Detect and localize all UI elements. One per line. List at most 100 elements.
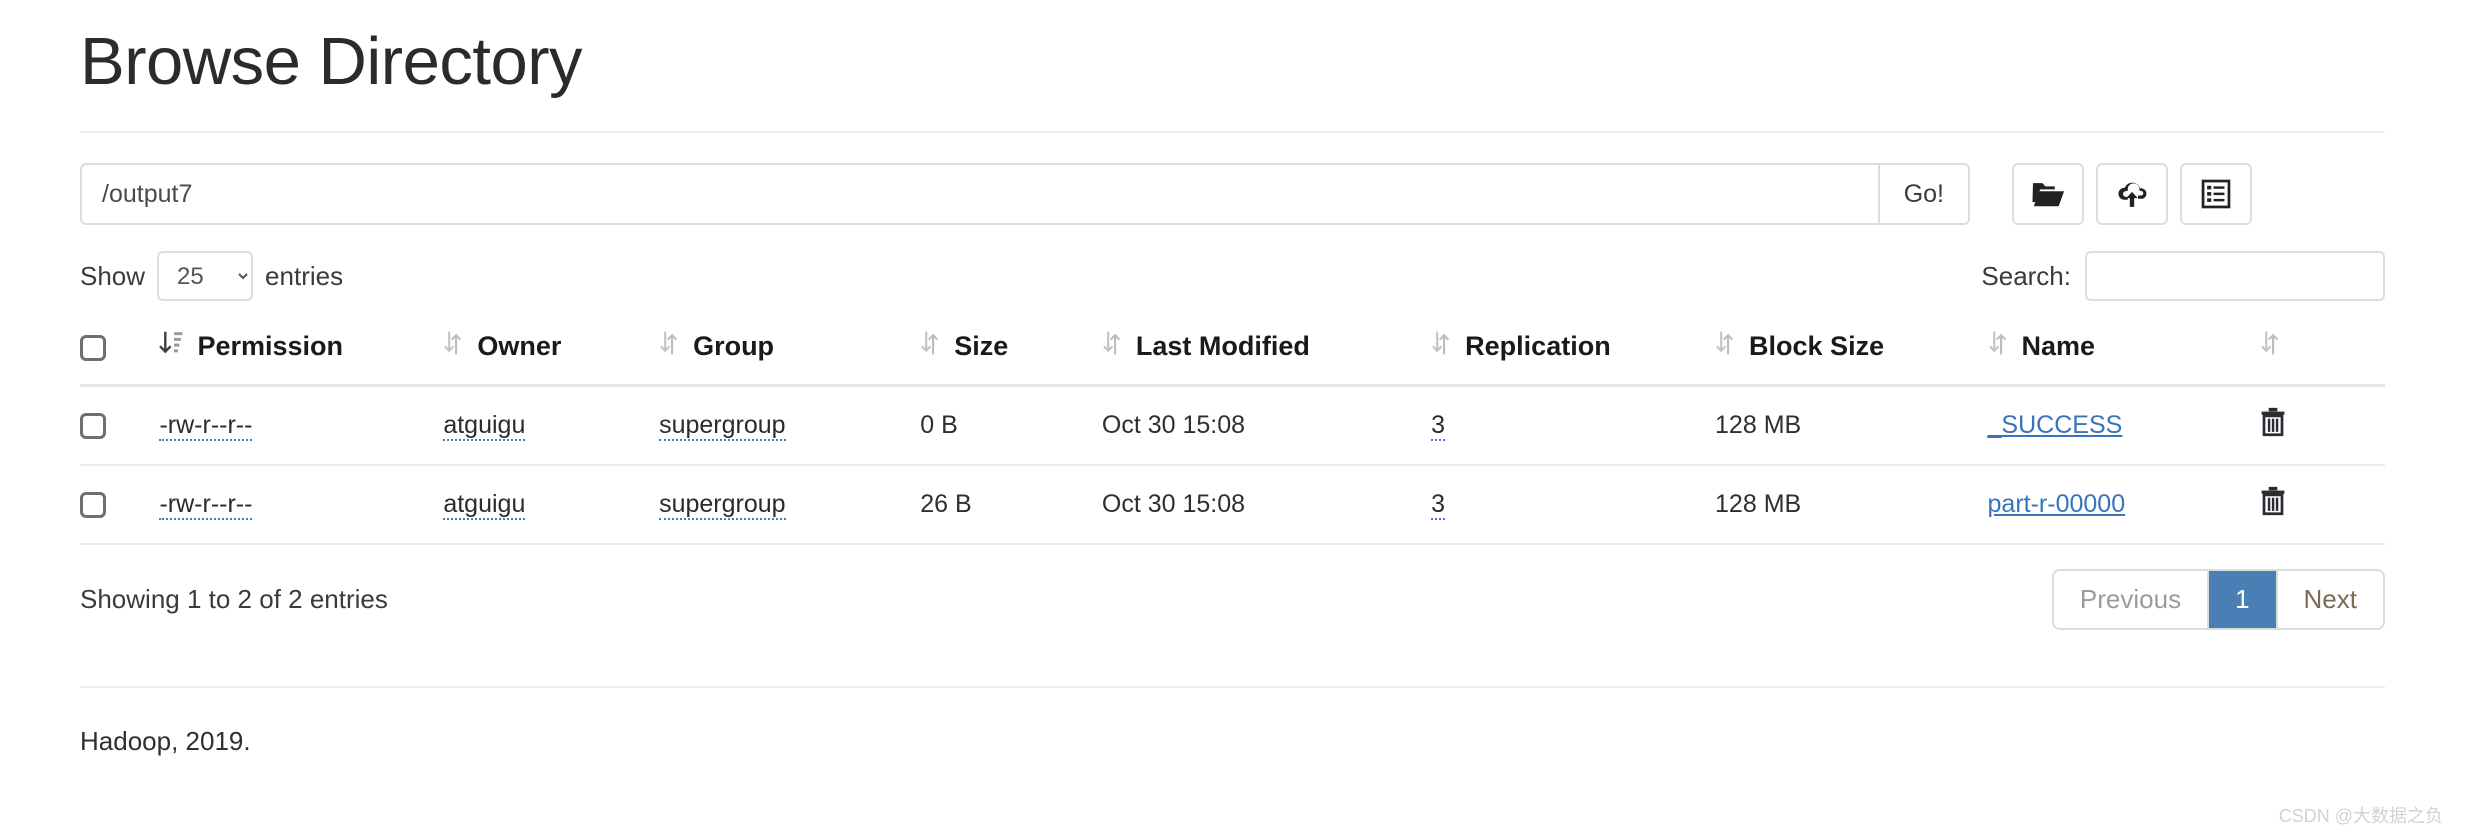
column-header-name[interactable]: Name (1987, 315, 2261, 387)
column-header-owner[interactable]: Owner (443, 315, 660, 387)
sort-both-icon (1102, 329, 1122, 364)
table-header-row: Permission Owner Group Size Last Modifie… (80, 315, 2385, 387)
cell-last-modified: Oct 30 15:08 (1101, 465, 1432, 545)
sort-both-icon (1431, 329, 1451, 364)
column-header-delete[interactable] (2260, 315, 2385, 387)
sort-both-icon (659, 329, 679, 364)
select-all-checkbox[interactable] (80, 334, 106, 361)
cell-delete (2260, 465, 2385, 545)
cell-permission: -rw-r--r-- (159, 385, 444, 466)
table-info: Showing 1 to 2 of 2 entries (80, 584, 388, 614)
cell-size: 26 B (920, 465, 1102, 545)
page-title: Browse Directory (80, 24, 583, 99)
browse-directory-page: Browse Directory Go! (0, 0, 2465, 840)
pagination-next[interactable]: Next (2277, 571, 2383, 628)
replication-link[interactable]: 3 (1431, 411, 1446, 441)
pagination: Previous 1 Next (2051, 569, 2385, 630)
column-header-permission-label: Permission (197, 331, 344, 361)
path-input-group: Go! (80, 163, 1970, 225)
column-header-block-size[interactable]: Block Size (1715, 315, 1988, 387)
snapshot-button[interactable] (2180, 163, 2252, 225)
path-input[interactable] (80, 163, 1878, 225)
pagination-previous[interactable]: Previous (2053, 571, 2210, 628)
row-checkbox[interactable] (80, 413, 106, 440)
cell-block-size: 128 MB (1715, 385, 1988, 466)
column-header-size[interactable]: Size (920, 315, 1102, 387)
trash-icon (2260, 486, 2286, 519)
page-length-select[interactable]: 25 (157, 251, 254, 301)
cell-block-size: 128 MB (1715, 465, 1988, 545)
sort-both-icon (920, 329, 940, 364)
file-name-link[interactable]: _SUCCESS (1988, 411, 2123, 439)
column-header-replication[interactable]: Replication (1431, 315, 1716, 387)
group-link[interactable]: supergroup (659, 411, 786, 441)
title-divider (80, 131, 2385, 133)
create-directory-button[interactable] (2012, 163, 2084, 225)
column-header-replication-label: Replication (1465, 331, 1611, 361)
file-name-link[interactable]: part-r-00000 (1988, 490, 2126, 518)
entries-label: entries (265, 260, 344, 291)
cloud-upload-icon (2115, 179, 2149, 209)
table-controls: Show 25 entries Search: (80, 251, 2385, 301)
sort-both-icon (443, 329, 463, 364)
cell-replication: 3 (1431, 465, 1716, 545)
list-snapshot-icon (2200, 179, 2232, 209)
cell-delete (2260, 385, 2385, 466)
row-select-cell[interactable] (80, 465, 160, 545)
column-header-name-label: Name (2021, 331, 2096, 361)
row-checkbox[interactable] (80, 492, 106, 519)
table-row: -rw-r--r-- atguigu supergroup 26 B Oct 3… (80, 465, 2385, 545)
search-input[interactable] (2085, 251, 2385, 301)
footer-text: Hadoop, 2019. (80, 726, 251, 756)
column-header-size-label: Size (954, 331, 1009, 361)
footer-divider (80, 686, 2385, 688)
cell-group: supergroup (659, 385, 921, 466)
cell-owner: atguigu (443, 385, 660, 466)
column-header-last-modified[interactable]: Last Modified (1101, 315, 1432, 387)
table-row: -rw-r--r-- atguigu supergroup 0 B Oct 30… (80, 385, 2385, 466)
watermark: CSDN @大数据之负 (2278, 806, 2443, 826)
show-label: Show (80, 260, 146, 291)
search-label: Search: (1981, 260, 2071, 291)
cell-name: _SUCCESS (1987, 385, 2261, 466)
sort-desc-icon (159, 329, 183, 364)
owner-link[interactable]: atguigu (443, 490, 526, 520)
replication-link[interactable]: 3 (1431, 490, 1446, 520)
permission-link[interactable]: -rw-r--r-- (159, 411, 253, 441)
permission-link[interactable]: -rw-r--r-- (159, 490, 253, 520)
column-header-last-modified-label: Last Modified (1135, 331, 1310, 361)
search-control: Search: (1981, 251, 2385, 301)
column-header-block-size-label: Block Size (1749, 331, 1885, 361)
trash-icon (2260, 407, 2286, 440)
file-listing-body: -rw-r--r-- atguigu supergroup 0 B Oct 30… (80, 385, 2385, 545)
column-header-group[interactable]: Group (659, 315, 921, 387)
cell-replication: 3 (1431, 385, 1716, 466)
directory-action-buttons (2012, 163, 2252, 225)
column-header-group-label: Group (693, 331, 775, 361)
path-bar-row: Go! (80, 163, 2385, 225)
upload-files-button[interactable] (2096, 163, 2168, 225)
cell-last-modified: Oct 30 15:08 (1101, 385, 1432, 466)
cell-size: 0 B (920, 385, 1102, 466)
owner-link[interactable]: atguigu (443, 411, 526, 441)
cell-permission: -rw-r--r-- (159, 465, 444, 545)
folder-open-icon (2031, 179, 2065, 209)
column-header-permission[interactable]: Permission (159, 315, 444, 387)
pagination-page-1[interactable]: 1 (2209, 571, 2278, 628)
delete-file-button[interactable] (2260, 407, 2286, 437)
sort-both-icon (1988, 329, 2008, 364)
sort-both-icon (1715, 329, 1735, 364)
row-select-cell[interactable] (80, 385, 160, 466)
column-header-owner-label: Owner (477, 331, 562, 361)
delete-file-button[interactable] (2260, 486, 2286, 516)
file-listing-table: Permission Owner Group Size Last Modifie… (80, 315, 2385, 545)
column-header-select[interactable] (80, 315, 160, 387)
sort-both-icon (2260, 329, 2280, 364)
go-button[interactable]: Go! (1877, 163, 1970, 225)
cell-group: supergroup (659, 465, 921, 545)
cell-name: part-r-00000 (1987, 465, 2261, 545)
page-length-control: Show 25 entries (80, 251, 343, 301)
cell-owner: atguigu (443, 465, 660, 545)
table-footer: Showing 1 to 2 of 2 entries Previous 1 N… (80, 569, 2385, 630)
group-link[interactable]: supergroup (659, 490, 786, 520)
